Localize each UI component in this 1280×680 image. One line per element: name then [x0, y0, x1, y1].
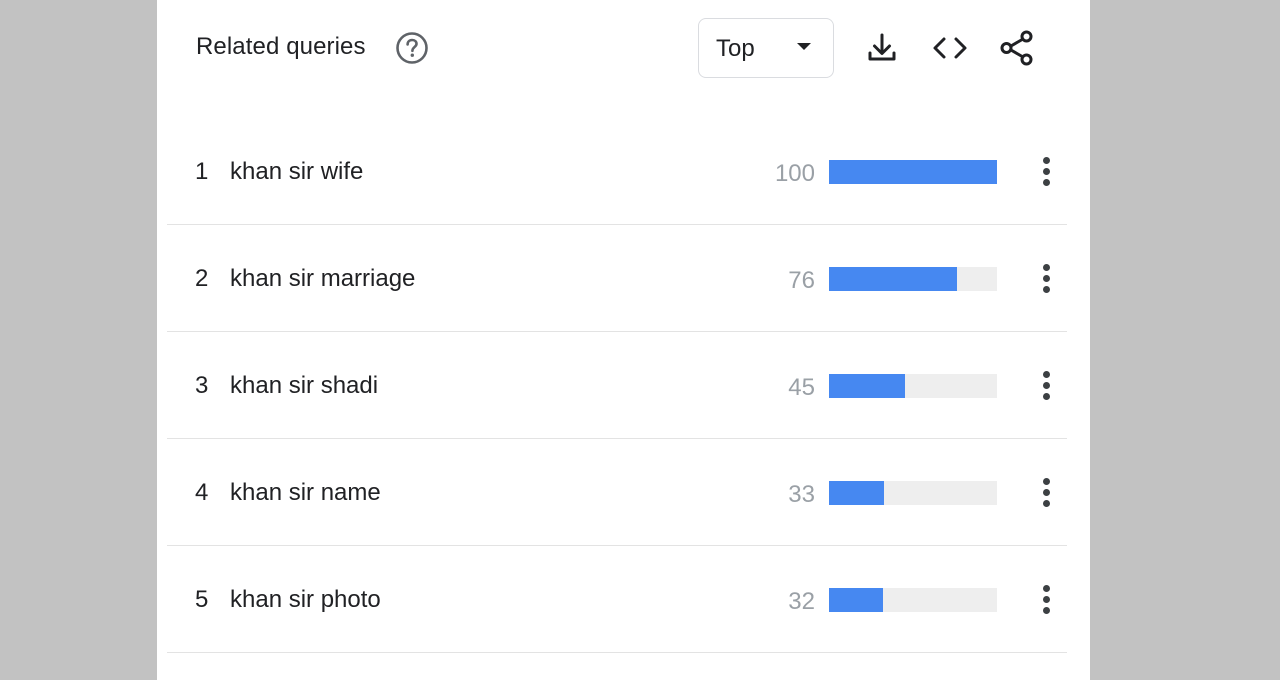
- value-bar-fill: [829, 160, 997, 184]
- query-rank: 3: [195, 372, 209, 399]
- value-bar-fill: [829, 481, 885, 505]
- sort-dropdown-value: Top: [716, 35, 755, 62]
- query-value: 45: [788, 374, 815, 401]
- query-rank: 4: [195, 479, 209, 506]
- value-bar-track: [829, 481, 997, 505]
- list-item[interactable]: 2 khan sir marriage 76: [167, 225, 1067, 332]
- query-value: 76: [788, 267, 815, 294]
- value-bar-track: [829, 160, 997, 184]
- query-rank: 5: [195, 586, 209, 613]
- query-link[interactable]: khan sir marriage: [230, 265, 415, 293]
- value-bar-fill: [829, 374, 905, 398]
- list-item[interactable]: 5 khan sir photo 32: [167, 546, 1067, 653]
- query-rank: 1: [195, 158, 209, 185]
- more-vert-icon[interactable]: [1033, 154, 1061, 190]
- page-background: Related queries Top 1 khan sir wife 100 …: [0, 0, 1280, 680]
- help-circle-icon[interactable]: [395, 31, 429, 65]
- more-vert-icon[interactable]: [1033, 261, 1061, 297]
- query-link[interactable]: khan sir photo: [230, 586, 381, 614]
- query-value: 100: [774, 160, 815, 187]
- query-link[interactable]: khan sir shadi: [230, 372, 378, 400]
- value-bar-track: [829, 374, 997, 398]
- more-vert-icon[interactable]: [1033, 368, 1061, 404]
- value-bar-fill: [829, 267, 957, 291]
- query-value: 33: [788, 481, 815, 508]
- related-queries-list: 1 khan sir wife 100 2 khan sir marriage …: [167, 118, 1067, 653]
- value-bar-track: [829, 588, 997, 612]
- more-vert-icon[interactable]: [1033, 475, 1061, 511]
- card-header: Related queries Top: [157, 0, 1090, 96]
- sort-dropdown[interactable]: Top: [698, 18, 834, 78]
- card-title: Related queries: [196, 33, 366, 60]
- caret-down-icon: [797, 43, 811, 50]
- related-queries-card: Related queries Top 1 khan sir wife 100 …: [157, 0, 1090, 680]
- download-icon[interactable]: [862, 28, 902, 68]
- value-bar-track: [829, 267, 997, 291]
- list-item[interactable]: 1 khan sir wife 100: [167, 118, 1067, 225]
- query-value: 32: [788, 588, 815, 615]
- more-vert-icon[interactable]: [1033, 582, 1061, 618]
- query-link[interactable]: khan sir name: [230, 479, 381, 507]
- list-item[interactable]: 3 khan sir shadi 45: [167, 332, 1067, 439]
- query-link[interactable]: khan sir wife: [230, 158, 363, 186]
- query-rank: 2: [195, 265, 209, 292]
- value-bar-fill: [829, 588, 883, 612]
- share-icon[interactable]: [997, 28, 1037, 68]
- code-icon[interactable]: [930, 28, 970, 68]
- list-item[interactable]: 4 khan sir name 33: [167, 439, 1067, 546]
